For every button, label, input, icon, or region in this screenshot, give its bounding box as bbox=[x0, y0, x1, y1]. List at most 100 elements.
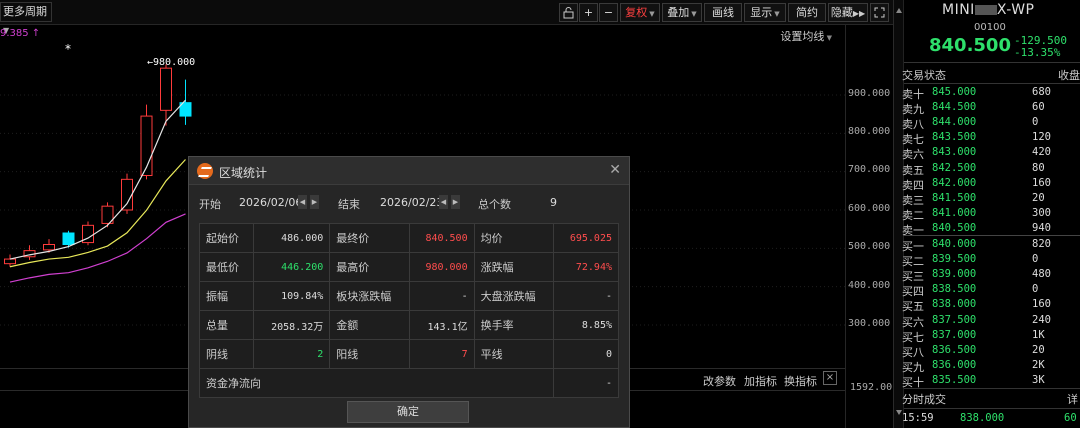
order-book-label: 卖九 bbox=[902, 103, 924, 117]
start-prev-arrow-icon[interactable]: ◀ bbox=[298, 195, 307, 209]
ask-row[interactable]: 卖五 842.500 80 bbox=[894, 162, 1080, 177]
order-book-volume: 80 bbox=[1032, 161, 1045, 174]
order-book-volume: 420 bbox=[1032, 146, 1051, 159]
bid-row[interactable]: 买四 838.500 0 bbox=[894, 283, 1080, 298]
bid-row[interactable]: 买三 839.000 480 bbox=[894, 268, 1080, 283]
stat-value: 8.85% bbox=[553, 310, 619, 340]
tick-detail-button[interactable]: 详 bbox=[1067, 391, 1078, 407]
add-indicator-button[interactable]: 加指标 bbox=[744, 373, 777, 389]
ask-row[interactable]: 卖四 842.000 160 bbox=[894, 177, 1080, 192]
period-dropdown[interactable]: 更多周期▼ bbox=[0, 2, 52, 35]
candle-body bbox=[62, 232, 75, 245]
order-book-label: 买六 bbox=[902, 315, 924, 329]
redaction-mask bbox=[974, 5, 997, 15]
zoom-out-button[interactable]: − bbox=[599, 3, 618, 22]
event-marker[interactable]: * bbox=[65, 42, 71, 56]
draw-line-button[interactable]: 画线 bbox=[704, 3, 742, 22]
trade-status-label: 交易状态 bbox=[902, 69, 946, 82]
overlay-label: 叠加 bbox=[667, 6, 690, 19]
order-book-price: 844.500 bbox=[932, 101, 977, 114]
order-book-label: 买九 bbox=[902, 360, 924, 374]
stat-value: 143.1亿 bbox=[408, 310, 475, 340]
stat-label: 总量 bbox=[199, 310, 254, 340]
ma-settings-dropdown[interactable]: 设置均线 ▼ bbox=[780, 28, 832, 44]
dialog-titlebar[interactable]: 区域统计 ✕ bbox=[189, 157, 629, 185]
y-axis-label: 600.000 bbox=[848, 203, 891, 214]
bid-row[interactable]: 买九 836.000 2K bbox=[894, 359, 1080, 374]
bid-row[interactable]: 买一 840.000 820 bbox=[894, 238, 1080, 253]
ask-row[interactable]: 卖十 845.000 680 bbox=[894, 86, 1080, 101]
ok-button[interactable]: 确定 bbox=[347, 401, 469, 423]
tick-price: 838.000 bbox=[960, 412, 1005, 424]
order-book-volume: 0 bbox=[1032, 253, 1039, 266]
switch-indicator-button[interactable]: 换指标 bbox=[784, 373, 817, 389]
order-book-volume: 160 bbox=[1032, 298, 1051, 311]
order-book-label: 卖四 bbox=[902, 178, 924, 192]
restore-rights-button[interactable]: 复权 ▼ bbox=[620, 3, 660, 22]
lock-icon[interactable] bbox=[559, 3, 578, 22]
order-book-volume: 820 bbox=[1032, 238, 1051, 250]
axis-divider bbox=[845, 25, 846, 428]
ask-row[interactable]: 卖八 844.000 0 bbox=[894, 116, 1080, 131]
order-book-label: 买八 bbox=[902, 345, 924, 359]
stat-label: 涨跌幅 bbox=[473, 252, 555, 282]
start-label: 开始 bbox=[199, 198, 221, 211]
edit-params-button[interactable]: 改参数 bbox=[703, 373, 736, 389]
order-book-price: 844.000 bbox=[932, 116, 977, 129]
stat-label: 大盘涨跌幅 bbox=[473, 281, 555, 311]
stat-label: 平线 bbox=[473, 339, 555, 369]
order-book-label: 买一 bbox=[902, 240, 924, 253]
zoom-in-button[interactable]: + bbox=[579, 3, 598, 22]
end-date-field[interactable]: 2026/02/23 bbox=[380, 196, 443, 209]
bid-row[interactable]: 买二 839.500 0 bbox=[894, 253, 1080, 268]
divider bbox=[904, 388, 1080, 389]
end-prev-arrow-icon[interactable]: ◀ bbox=[439, 195, 448, 209]
order-book-volume: 1K bbox=[1032, 328, 1045, 341]
ask-row[interactable]: 卖三 841.500 20 bbox=[894, 192, 1080, 207]
stat-value: 0 bbox=[553, 339, 619, 369]
order-book-label: 卖三 bbox=[902, 193, 924, 207]
order-book-price: 840.000 bbox=[932, 238, 977, 250]
stock-code: 00100 bbox=[974, 22, 1006, 33]
tick-trades-tab[interactable]: 分时成交 bbox=[902, 391, 946, 407]
ask-row[interactable]: 卖二 841.000 300 bbox=[894, 207, 1080, 222]
table-row: 阴线 2 阳线 7 平线 0 bbox=[199, 339, 619, 369]
bid-row[interactable]: 买七 837.000 1K bbox=[894, 329, 1080, 344]
chevron-down-icon: ▼ bbox=[824, 34, 832, 42]
hide-button[interactable]: 隐藏▶▶ bbox=[828, 3, 868, 22]
stat-value: 446.200 bbox=[252, 252, 331, 282]
ask-row[interactable]: 卖九 844.500 60 bbox=[894, 101, 1080, 116]
end-label: 结束 bbox=[338, 198, 360, 211]
y-axis-label: 400.000 bbox=[848, 280, 891, 291]
order-book-price: 837.500 bbox=[932, 313, 977, 326]
top-toolbar: 更多周期▼ + − 复权 ▼ 叠加 ▼ 画线 显示 ▼ 简约 隐藏▶▶ bbox=[0, 0, 893, 35]
candle-body bbox=[121, 178, 133, 211]
candle-body bbox=[160, 67, 172, 111]
display-button[interactable]: 显示 ▼ bbox=[744, 3, 786, 22]
bid-row[interactable]: 买八 836.500 20 bbox=[894, 344, 1080, 359]
stat-label: 最终价 bbox=[329, 223, 410, 253]
order-book-price: 841.000 bbox=[932, 206, 977, 219]
order-book-volume: 0 bbox=[1032, 283, 1039, 296]
close-icon[interactable]: ✕ bbox=[609, 162, 621, 178]
overlay-button[interactable]: 叠加 ▼ bbox=[662, 3, 702, 22]
stat-label: 阴线 bbox=[199, 339, 254, 369]
count-label: 总个数 bbox=[478, 198, 511, 211]
bid-row[interactable]: 买六 837.500 240 bbox=[894, 314, 1080, 329]
stat-value: - bbox=[408, 281, 475, 311]
bid-row[interactable]: 买十 835.500 3K bbox=[894, 374, 1080, 389]
start-next-arrow-icon[interactable]: ▶ bbox=[310, 195, 319, 209]
stock-name-right: X-WP bbox=[996, 2, 1035, 18]
bid-row[interactable]: 买五 838.000 160 bbox=[894, 298, 1080, 313]
order-book-volume: 2K bbox=[1032, 358, 1045, 371]
order-book-price: 841.500 bbox=[932, 191, 977, 204]
ask-row[interactable]: 卖六 843.000 420 bbox=[894, 146, 1080, 161]
fullscreen-icon[interactable] bbox=[870, 3, 889, 22]
simple-mode-button[interactable]: 简约 bbox=[788, 3, 826, 22]
close-icon[interactable]: × bbox=[823, 371, 837, 385]
order-book-price: 843.500 bbox=[932, 131, 977, 144]
start-date-field[interactable]: 2026/02/06 bbox=[239, 196, 302, 209]
divider bbox=[904, 408, 1080, 409]
end-next-arrow-icon[interactable]: ▶ bbox=[451, 195, 460, 209]
ask-row[interactable]: 卖七 843.500 120 bbox=[894, 131, 1080, 146]
